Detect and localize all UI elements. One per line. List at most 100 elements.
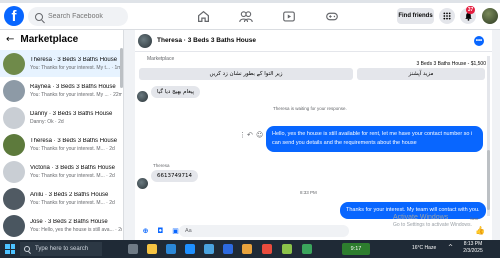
screen: f Find friends 37 ← Marketplace	[0, 0, 500, 258]
message-composer: ⊕ ◘ ▣ ▤ Aa	[135, 222, 492, 240]
chat-scrollbar-thumb[interactable]	[487, 150, 490, 210]
gaming-icon[interactable]	[325, 9, 339, 23]
conversation-name: Theresa · 3 Beds 3 Baths House	[30, 137, 118, 144]
word-icon[interactable]	[223, 244, 233, 254]
listing-thumbnail	[3, 79, 25, 102]
edge-icon[interactable]	[185, 244, 195, 254]
weather-widget[interactable]: 16°C Haze	[412, 245, 436, 251]
chat-pane: Theresa · 3 Beds 3 Baths House ••• Marke…	[135, 30, 492, 240]
like-icon[interactable]: 👍	[475, 226, 485, 235]
listing-thumbnail	[3, 52, 25, 75]
conversation-item[interactable]: Raynea · 3 Beds 3 Baths House You: Thanks…	[0, 77, 123, 104]
marketplace-sidebar: ← Marketplace Theresa · 3 Beds 3 Baths H…	[0, 30, 124, 240]
home-icon[interactable]	[196, 9, 210, 23]
facebook-logo[interactable]: f	[4, 6, 24, 26]
app-icon[interactable]	[282, 244, 292, 254]
conversation-snippet: You: Thanks for your interest. My t... ·…	[30, 64, 122, 71]
video-icon[interactable]	[282, 9, 296, 23]
sidebar-title: Marketplace	[20, 34, 79, 45]
chrome-icon[interactable]	[262, 244, 272, 254]
search-box[interactable]	[28, 7, 128, 26]
listing-price[interactable]: 3 Beds 3 Baths House - $1,500	[417, 61, 487, 67]
conversation-snippet: You: Thanks for your interest. M... · 2d	[30, 172, 115, 179]
conversation-name: Theresa · 3 Beds 3 Baths House	[30, 56, 118, 63]
taskbar-search-icon	[24, 246, 30, 252]
conversation-text: Anilu · 3 Beds 2 Baths House You: Thanks …	[30, 192, 122, 206]
sidebar-header: ← Marketplace	[6, 34, 78, 45]
more-actions-icon[interactable]: ⋮	[239, 131, 246, 139]
app-icon[interactable]	[302, 244, 312, 254]
listing-thumbnail	[3, 187, 25, 210]
task-view-icon[interactable]	[128, 244, 138, 254]
conversation-name: Raynea · 3 Beds 3 Baths House	[30, 83, 116, 90]
more-options-button[interactable]: مزید آپشنز	[357, 68, 485, 80]
tray-chevron-icon[interactable]: ^	[448, 244, 453, 251]
recording-timer[interactable]: 9:17	[342, 243, 370, 255]
search-icon	[35, 12, 43, 21]
conversation-name: Victoria · 3 Beds 3 Baths House	[30, 164, 115, 171]
conversation-snippet: You: Thanks for your interest. M... · 2d	[30, 199, 115, 206]
conversation-item[interactable]: Jose · 3 Beds 2 Baths House You: Hello, y…	[0, 212, 123, 239]
conversation-text: Victoria · 3 Beds 3 Baths House You: Than…	[30, 165, 122, 179]
conversation-item[interactable]: Danny · 3 Beds 3 Baths House Danny: Ok · …	[0, 104, 123, 131]
windows-start-icon[interactable]	[5, 244, 15, 254]
mail-icon[interactable]	[166, 244, 176, 254]
incoming-message: پیغام بھیج دیا گیا	[151, 86, 201, 98]
mark-pending-button[interactable]: زیر التوا کے بطور نشان زد کریں	[139, 68, 353, 80]
message-timestamp: 8:33 PM	[300, 190, 317, 195]
message-input[interactable]: Aa	[179, 225, 349, 237]
conversation-name: Danny · 3 Beds 3 Baths House	[30, 110, 113, 117]
sender-avatar	[137, 178, 148, 189]
taskbar-search[interactable]: Type here to search	[20, 242, 102, 256]
find-friends-button[interactable]: Find friends	[397, 8, 434, 24]
search-input[interactable]	[48, 13, 128, 20]
folder-icon[interactable]	[242, 244, 252, 254]
conversation-snippet: You: Hello, yes the house is still ava..…	[30, 226, 122, 233]
listing-thumbnail	[3, 133, 25, 156]
sidebar-scrollbar[interactable]	[120, 48, 123, 88]
conversation-text: Theresa · 3 Beds 3 Baths House You: Thank…	[30, 138, 122, 152]
conversation-item[interactable]: Victoria · 3 Beds 3 Baths House You: Than…	[0, 158, 123, 185]
conversation-name: Jose · 3 Beds 2 Baths House	[30, 218, 108, 225]
listing-thumbnail	[3, 160, 25, 183]
windows-taskbar: Type here to search 9:17 16°C Haze ^ 8:1…	[0, 240, 500, 258]
outgoing-message: Hello, yes the house is still available …	[266, 126, 483, 152]
chat-title[interactable]: Theresa · 3 Beds 3 Baths House	[157, 37, 256, 44]
friends-icon[interactable]	[239, 9, 253, 23]
facebook-top-bar: f Find friends 37	[0, 3, 500, 30]
camera-icon[interactable]: ◘	[156, 227, 165, 236]
outgoing-message-line: can send you details and the requirement…	[272, 140, 417, 146]
system-clock[interactable]: 8:13 PM 2/3/2025	[458, 241, 488, 255]
menu-grid-icon[interactable]	[439, 8, 455, 24]
conversation-item[interactable]: Theresa · 3 Beds 3 Baths House You: Thank…	[0, 50, 123, 77]
file-explorer-icon[interactable]	[147, 244, 157, 254]
chat-header[interactable]: Theresa · 3 Beds 3 Baths House •••	[135, 30, 492, 52]
conversation-item[interactable]: Theresa · 3 Beds 3 Baths House You: Thank…	[0, 131, 123, 158]
outgoing-message-line: Hello, yes the house is still available …	[272, 131, 473, 137]
clock-time: 8:13 PM	[463, 241, 483, 247]
conversation-snippet: You: Thanks for your interest. My ... · …	[30, 91, 122, 98]
conversation-snippet: Danny: Ok · 2d	[30, 118, 64, 125]
info-icon[interactable]: •••	[474, 36, 484, 46]
listing-thumbnail	[3, 214, 25, 237]
notification-count-badge: 37	[466, 6, 475, 14]
waiting-notice: Theresa is waiting for your response.	[273, 106, 347, 111]
conversation-text: Jose · 3 Beds 2 Baths House You: Hello, y…	[30, 219, 122, 233]
react-icon[interactable]: ☺	[256, 131, 263, 139]
plus-icon[interactable]: ⊕	[141, 227, 150, 236]
sent-status: Sent	[470, 216, 479, 221]
incoming-message: 6613749714	[151, 170, 198, 182]
conversation-text: Raynea · 3 Beds 3 Baths House You: Thanks…	[30, 84, 122, 98]
reply-icon[interactable]: ↶	[247, 131, 253, 139]
chat-avatar[interactable]	[138, 33, 152, 48]
listing-label: Marketplace	[147, 56, 175, 62]
vscode-icon[interactable]	[204, 244, 214, 254]
conversation-text: Theresa · 3 Beds 3 Baths House You: Thank…	[30, 57, 122, 71]
sender-avatar	[137, 91, 148, 102]
conversation-item[interactable]: Anilu · 3 Beds 2 Baths House You: Thanks …	[0, 185, 123, 212]
conversation-name: Anilu · 3 Beds 2 Baths House	[30, 191, 109, 198]
back-arrow-icon[interactable]: ←	[6, 34, 14, 45]
profile-avatar[interactable]	[482, 8, 498, 24]
sender-name: Theresa	[153, 163, 170, 168]
activate-windows-title: Activate Windows	[393, 214, 449, 221]
